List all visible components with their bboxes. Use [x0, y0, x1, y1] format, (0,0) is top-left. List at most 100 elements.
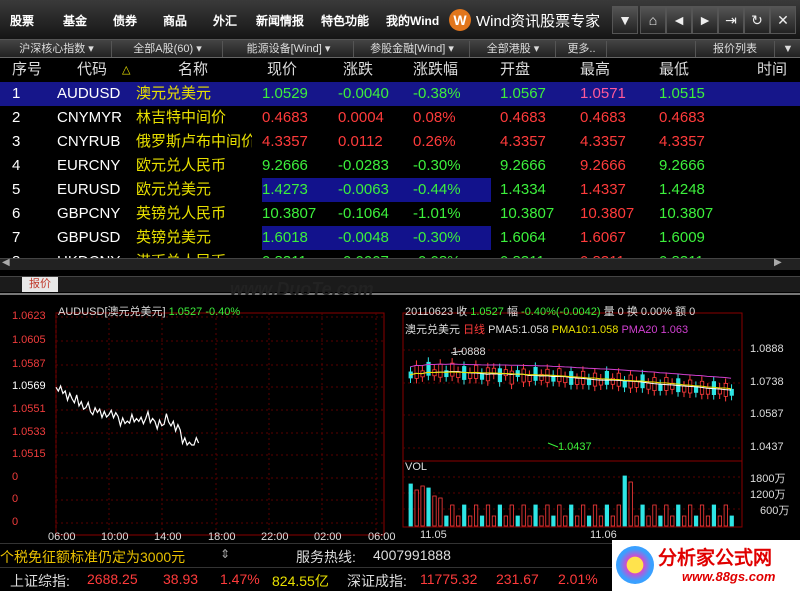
cell-name: 林吉特中间价	[136, 109, 227, 126]
volume-y-label: 1200万	[750, 489, 786, 501]
intraday-x-label: 02:00	[314, 531, 342, 543]
cell-change: 0.0004	[338, 109, 384, 126]
volume-bar	[432, 495, 437, 527]
volume-bar	[628, 481, 633, 527]
cell-index: 6	[12, 205, 21, 222]
volume-bar	[711, 504, 717, 527]
candle-body	[414, 365, 419, 379]
candle-body	[557, 368, 562, 383]
table-row[interactable]: 3 CNYRUB 俄罗斯卢布中间价 4.3357 0.0112 0.26% 4.3357 4.…	[0, 130, 800, 154]
close-icon[interactable]: ✕	[770, 6, 796, 34]
kline-y-label: 1.0738	[750, 376, 784, 388]
cell-open: 9.2666	[500, 157, 546, 174]
kline-name: 澳元兑美元	[405, 324, 460, 336]
ticker-scroll-icon[interactable]: ⇕	[220, 547, 230, 561]
next-icon[interactable]: ⇥	[718, 6, 744, 34]
refresh-icon[interactable]: ↻	[744, 6, 770, 34]
cell-change: -0.0040	[338, 85, 389, 102]
quote-strip	[0, 276, 800, 292]
cell-low: 4.3357	[659, 133, 705, 150]
cell-low: 0.4683	[659, 109, 705, 126]
volume-bar	[533, 504, 538, 527]
table-row[interactable]: 7 GBPUSD 英镑兑美元 1.6018 -0.0048 -0.30% 1.6064 1.6…	[0, 226, 800, 250]
menu-stocks[interactable]: 股票	[10, 12, 34, 29]
header-time[interactable]: 时间	[757, 58, 787, 82]
cell-code: CNYRUB	[57, 133, 121, 150]
cell-name: 欧元兑美元	[136, 181, 212, 198]
volume-bar	[622, 475, 627, 527]
header-high[interactable]: 最高	[580, 58, 610, 82]
tab-all-a-shares[interactable]: 全部A股(60) ▾	[113, 41, 223, 57]
volume-chart[interactable]	[402, 460, 743, 528]
volume-bar	[557, 504, 562, 527]
menu-bonds[interactable]: 债券	[113, 12, 137, 29]
tab-bar-dropdown-icon[interactable]: ▼	[776, 41, 800, 57]
header-change-pct[interactable]: 涨跌幅	[413, 58, 458, 82]
menu-commodities[interactable]: 商品	[163, 12, 187, 29]
cell-open: 10.3807	[500, 205, 555, 222]
tab-finance[interactable]: 参股金融[Wind] ▾	[355, 41, 470, 57]
scroll-left-icon[interactable]: ◀	[2, 257, 10, 268]
header-name[interactable]: 名称	[178, 58, 208, 82]
intraday-x-label: 18:00	[208, 531, 236, 543]
table-row[interactable]: 1 AUDUSD 澳元兑美元 1.0529 -0.0040 -0.38% 1.0567 1.0…	[0, 82, 800, 106]
intraday-chart[interactable]	[55, 312, 385, 536]
header-price[interactable]: 现价	[267, 58, 297, 82]
volume-bar	[569, 504, 574, 527]
dropdown-icon[interactable]: ▼	[612, 6, 638, 34]
menu-my-wind[interactable]: 我的Wind	[386, 12, 439, 29]
cell-change-pct: -0.44%	[413, 178, 491, 202]
candle-body	[682, 385, 687, 393]
volume-bar	[723, 504, 728, 527]
table-row[interactable]: 2 CNYMYR 林吉特中间价 0.4683 0.0004 0.08% 0.4683 0.46…	[0, 106, 800, 130]
cell-name: 欧元兑人民币	[136, 157, 227, 174]
menu-features[interactable]: 特色功能	[321, 12, 369, 29]
volume-bar	[670, 515, 675, 527]
sh-index-change: 38.93	[163, 571, 199, 587]
candle-body	[503, 369, 508, 377]
cell-name: 英镑兑人民币	[136, 205, 227, 222]
intraday-y-label: 1.0587	[12, 358, 46, 370]
table-row[interactable]: 5 EURUSD 欧元兑美元 1.4273 -0.0063 -0.44% 1.4334 1.4…	[0, 178, 800, 202]
header-index[interactable]: 序号	[12, 58, 42, 82]
candle-body	[646, 382, 651, 390]
tab-quote-list[interactable]: 报价列表	[695, 41, 775, 57]
table-row[interactable]: 6 GBPCNY 英镑兑人民币 10.3807 -0.1064 -1.01% 10.3807…	[0, 202, 800, 226]
kline-period[interactable]: 日线	[463, 324, 485, 336]
cell-change-pct: 0.26%	[413, 133, 456, 150]
ticker-headline[interactable]: 个税免征额标准仍定为3000元	[0, 547, 185, 567]
header-code[interactable]: 代码	[77, 58, 107, 82]
back-icon[interactable]: ◄	[666, 6, 692, 34]
forward-icon[interactable]: ►	[692, 6, 718, 34]
cell-price: 1.0529	[262, 85, 308, 102]
scroll-right-icon[interactable]: ▶	[774, 257, 782, 268]
header-low[interactable]: 最低	[659, 58, 689, 82]
kline-y-label: 1.0888	[750, 343, 784, 355]
menu-forex[interactable]: 外汇	[213, 12, 237, 29]
volume-bar	[693, 515, 699, 527]
tab-core-index[interactable]: 沪深核心指数 ▾	[2, 41, 112, 57]
cell-name: 澳元兑美元	[136, 85, 212, 102]
volume-bar	[581, 504, 586, 527]
tab-quote[interactable]: 报价	[22, 277, 58, 292]
header-open[interactable]: 开盘	[500, 58, 530, 82]
menu-news[interactable]: 新闻情报	[256, 12, 304, 29]
cell-high: 9.2666	[580, 157, 626, 174]
sz-index-pct: 2.01%	[558, 571, 598, 587]
kline-legend: 澳元兑美元 日线 PMA5:1.058 PMA10:1.058 PMA20 1.…	[405, 321, 688, 337]
sh-index-pct: 1.47%	[220, 571, 260, 587]
menu-funds[interactable]: 基金	[63, 12, 87, 29]
tab-more[interactable]: 更多..	[557, 41, 607, 57]
cell-change-pct: -0.38%	[413, 85, 461, 102]
candle-body	[527, 375, 532, 382]
table-row[interactable]: 4 EURCNY 欧元兑人民币 9.2666 -0.0283 -0.30% 9.2666 9.…	[0, 154, 800, 178]
home-icon[interactable]: ⌂	[640, 6, 666, 34]
cell-index: 4	[12, 157, 21, 174]
volume-bar	[598, 515, 604, 527]
sh-index-label: 上证综指:	[10, 573, 70, 589]
cell-change-pct: 0.08%	[413, 109, 456, 126]
header-change[interactable]: 涨跌	[343, 58, 373, 82]
tab-hk-shares[interactable]: 全部港股 ▾	[471, 41, 556, 57]
horizontal-scrollbar[interactable]: ▶ ◀	[0, 257, 800, 270]
tab-energy-equipment[interactable]: 能源设备[Wind] ▾	[224, 41, 354, 57]
